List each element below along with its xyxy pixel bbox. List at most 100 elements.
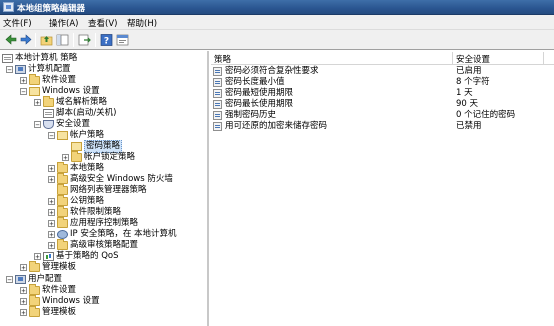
folder-icon [57,162,68,173]
list-row[interactable]: 强制密码历史 0 个记住的密码 [211,110,554,121]
folder-icon [29,306,40,317]
expand-icon[interactable]: + [48,220,55,227]
expand-icon[interactable]: + [48,198,55,205]
no-expander [62,143,69,150]
tree-item-label: 管理模板 [42,307,77,317]
policy-value: 0 个记住的密码 [456,110,516,120]
tree-item-policy-qos[interactable]: + 基于策略的 QoS [34,251,119,262]
policy-name: 密码长度最小值 [225,77,285,87]
gpedit-app-icon [3,2,14,12]
tree-item-label: 软件设置 [42,75,77,85]
expand-icon[interactable]: + [62,154,69,161]
expand-icon[interactable]: + [34,99,41,106]
policy-list-view[interactable]: 策略 安全设置 密码必须符合复杂性要求 已启用 密码长度最小值 8 个字符 密码… [211,51,554,326]
folder-icon [29,295,40,306]
folder-icon [57,173,68,184]
tree-item-advanced-audit[interactable]: + 高级审核策略配置 [48,239,138,251]
menu-action[interactable]: 操作(A) [49,17,78,29]
computer-icon [15,65,26,74]
collapse-icon[interactable]: − [6,66,13,73]
tree-item-scripts[interactable]: 脚本(启动/关机) [34,108,117,119]
ip-security-icon [57,230,68,239]
security-shield-icon [43,120,54,129]
expand-icon[interactable]: + [48,165,55,172]
console-tree[interactable]: 本地计算机 策略 − 计算机配置 + 软件设置 − Windows 设置 + 域… [0,51,209,326]
policy-name: 强制密码历史 [225,110,277,120]
folder-icon [57,184,68,195]
folder-open-icon [29,87,40,96]
collapse-icon[interactable]: − [20,88,27,95]
policy-value: 1 天 [456,88,473,98]
tree-item-windows-settings[interactable]: − Windows 设置 [20,86,100,97]
tree-item-name-resolution-policy[interactable]: + 域名解析策略 [34,96,108,108]
expand-icon[interactable]: + [48,176,55,183]
menu-view[interactable]: 查看(V) [88,17,117,29]
policy-value: 已启用 [456,66,482,76]
list-row[interactable]: 用可还原的加密来储存密码 已禁用 [211,121,554,132]
expand-icon[interactable]: + [20,264,27,271]
tree-item-user-admin-templates[interactable]: + 管理模板 [20,306,77,318]
expand-icon[interactable]: + [48,209,55,216]
list-row[interactable]: 密码最短使用期限 1 天 [211,88,554,99]
policy-document-icon [2,54,13,63]
column-header-policy[interactable]: 策略 [214,53,231,65]
list-row[interactable]: 密码必须符合复杂性要求 已启用 [211,66,554,77]
properties-icon[interactable] [116,33,129,46]
folder-icon [71,151,82,162]
expand-icon[interactable]: + [48,231,55,238]
collapse-icon[interactable]: − [34,121,41,128]
collapse-icon[interactable]: − [48,132,55,139]
folder-icon [57,195,68,206]
expand-icon[interactable]: + [20,309,27,316]
menu-help[interactable]: 帮助(H) [127,17,157,29]
policy-value: 90 天 [456,99,479,109]
tree-item-account-lockout-policy[interactable]: + 帐户锁定策略 [62,151,135,163]
no-expander [48,187,55,194]
policy-value: 8 个字符 [456,77,490,87]
folder-icon [29,284,40,295]
column-divider[interactable] [452,52,453,65]
policy-name: 用可还原的加密来储存密码 [225,121,328,131]
tree-item-ip-security[interactable]: + IP 安全策略，在 本地计算机 [48,229,177,240]
policy-name: 密码最短使用期限 [225,88,294,98]
expand-icon[interactable]: + [20,298,27,305]
tree-root[interactable]: 本地计算机 策略 [2,53,77,64]
column-divider[interactable] [543,52,544,65]
policy-name: 密码最长使用期限 [225,99,294,109]
tree-item-label: 域名解析策略 [56,97,108,107]
policy-setting-icon [213,111,222,120]
tree-item-label: Windows 设置 [42,296,100,306]
list-row[interactable]: 密码最长使用期限 90 天 [211,99,554,110]
expand-icon[interactable]: + [48,242,55,249]
tree-item-software-settings[interactable]: + 软件设置 [20,74,77,86]
folder-icon [57,239,68,250]
tree-item-admin-templates[interactable]: + 管理模板 [20,261,76,273]
tree-item-label: 软件设置 [42,285,77,295]
tree-item-label: Windows 设置 [42,86,100,96]
tree-item-windows-firewall[interactable]: + 高级安全 Windows 防火墙 [48,173,173,185]
expand-icon[interactable]: + [20,77,27,84]
policy-name: 密码必须符合复杂性要求 [225,66,319,76]
collapse-icon[interactable]: − [6,276,13,283]
help-icon[interactable]: ? [100,33,113,46]
tree-item-label: 脚本(启动/关机) [56,108,117,118]
back-arrow-icon[interactable] [4,33,17,46]
expand-icon[interactable]: + [34,253,41,260]
tree-item-app-control[interactable]: + 应用程序控制策略 [48,217,138,229]
show-hide-tree-icon[interactable] [56,33,69,46]
folder-open-icon [57,131,68,140]
menu-bar: 文件(F) 操作(A) 查看(V) 帮助(H) [0,15,554,30]
folder-icon [43,96,54,107]
up-folder-icon[interactable] [40,33,53,46]
export-list-icon[interactable] [78,33,91,46]
forward-arrow-icon[interactable] [19,33,32,46]
toolbar: ? [0,30,554,50]
expand-icon[interactable]: + [20,287,27,294]
tree-item-label: 公钥策略 [70,196,105,206]
column-header-security-setting[interactable]: 安全设置 [456,53,490,65]
window-title: 本地组策略编辑器 [17,4,86,14]
list-row[interactable]: 密码长度最小值 8 个字符 [211,77,554,88]
menu-file[interactable]: 文件(F) [3,17,32,29]
tree-item-computer-config[interactable]: − 计算机配置 [6,64,71,75]
tree-item-security-settings[interactable]: − 安全设置 [34,119,90,130]
